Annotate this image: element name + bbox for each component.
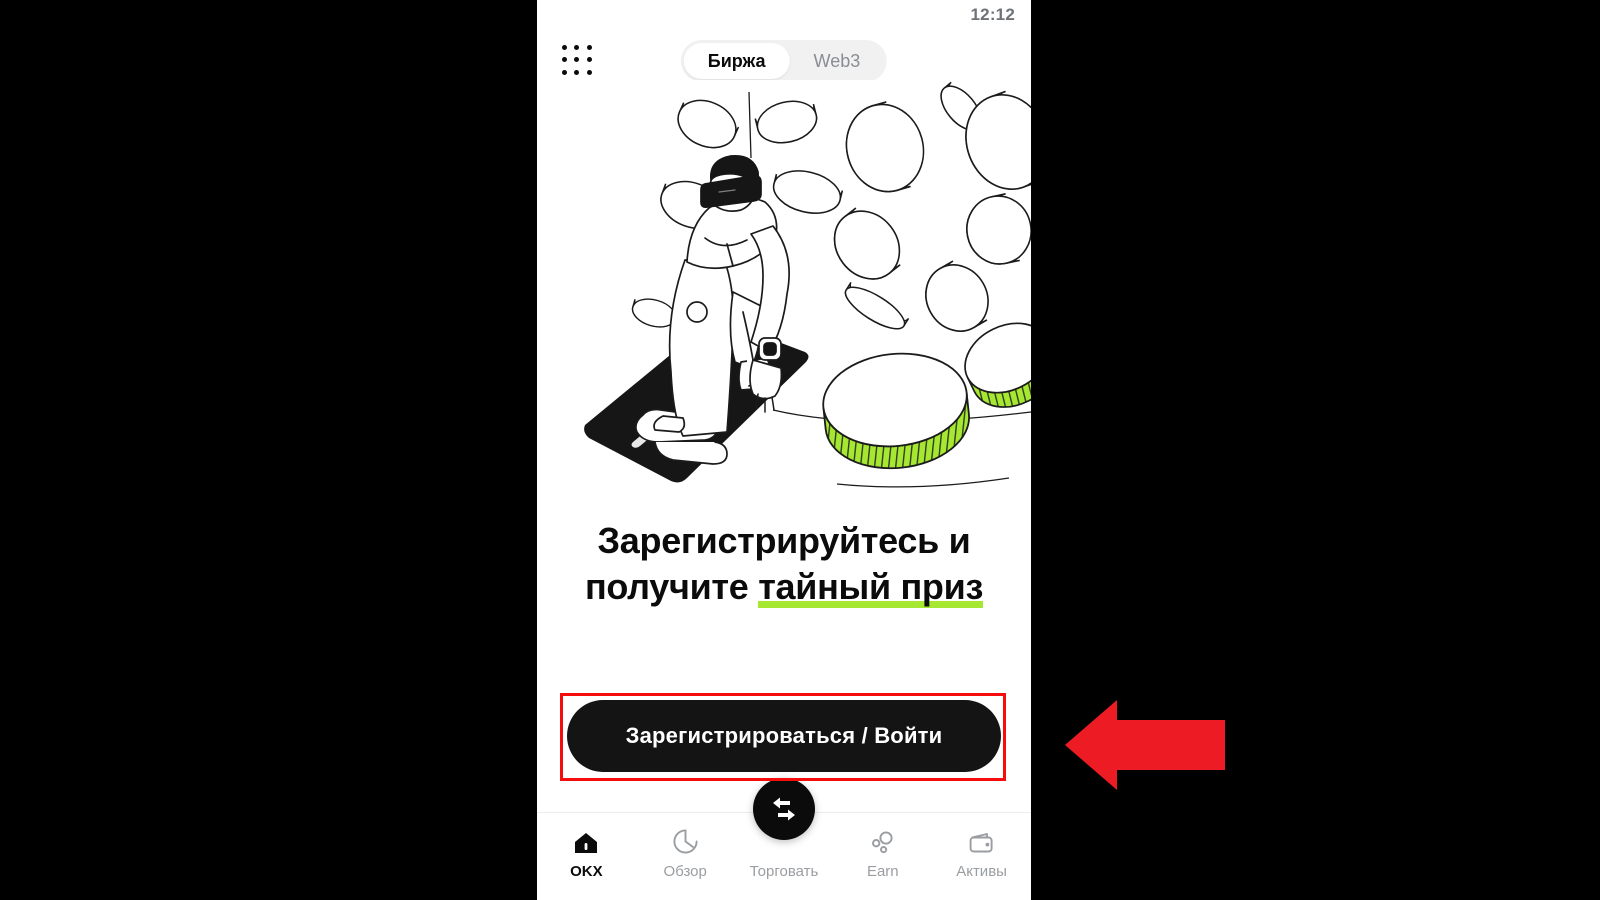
tab-web3[interactable]: Web3 [790, 43, 885, 79]
tab-okx[interactable]: OKX [537, 827, 636, 880]
wallet-icon [968, 827, 995, 855]
grid-dots-icon[interactable] [561, 44, 593, 76]
cta-container: Зарегистрироваться / Войти [537, 700, 1031, 772]
tab-earn-label: Earn [866, 863, 899, 880]
tab-torgovat-label: Торговать [749, 863, 819, 880]
compass-icon [672, 827, 699, 855]
tab-okx-label: OKX [570, 863, 603, 880]
headline-highlight: тайный приз [758, 566, 984, 610]
status-clock: 12:12 [970, 5, 1015, 24]
status-bar: 12:12 [537, 0, 1031, 30]
home-icon [573, 827, 599, 855]
page-title: Зарегистрируйтесь и получите тайный приз [557, 518, 1011, 610]
annotation-pointer-arrow [1055, 700, 1225, 795]
register-login-button[interactable]: Зарегистрироваться / Войти [567, 700, 1001, 772]
headline-line-2-plain: получите [584, 566, 759, 608]
bubbles-icon [869, 827, 896, 855]
screenshot-canvas: 12:12 Биржа Web3 Зарегистрируйтесь и пол… [0, 0, 1600, 900]
tab-aktivy[interactable]: Активы [932, 827, 1031, 880]
market-mode-switch[interactable]: Биржа Web3 [680, 40, 888, 82]
hero-illustration [537, 80, 1031, 500]
phone-viewport: 12:12 Биржа Web3 Зарегистрируйтесь и пол… [537, 0, 1031, 900]
tab-obzor-label: Обзор [663, 863, 707, 880]
tab-aktivy-label: Активы [956, 863, 1007, 880]
swap-arrows-icon [773, 797, 795, 821]
trade-fab-button[interactable] [753, 778, 815, 840]
tab-birzha[interactable]: Биржа [683, 43, 790, 79]
tab-earn[interactable]: Earn [833, 827, 932, 880]
tab-obzor[interactable]: Обзор [636, 827, 735, 880]
headline-line-1: Зарегистрируйтесь и [597, 520, 971, 561]
